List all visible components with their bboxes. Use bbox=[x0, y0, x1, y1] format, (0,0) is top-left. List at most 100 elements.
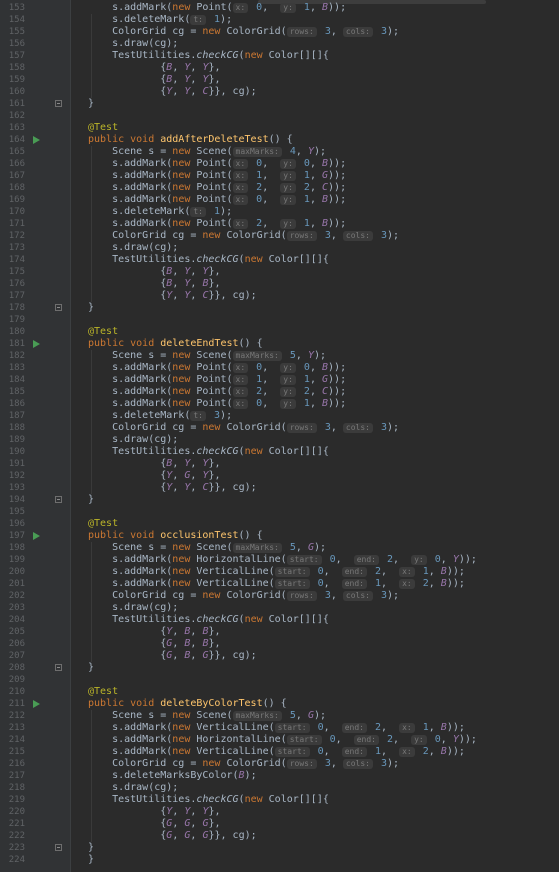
code-token: , bbox=[440, 554, 453, 565]
code-line[interactable]: {G, G, G}, bbox=[70, 818, 559, 830]
code-line[interactable]: Scene s = new Scene(maxMarks: 5, G); bbox=[70, 542, 559, 554]
code-token: TestUtilities. bbox=[88, 794, 197, 805]
code-line[interactable]: } bbox=[70, 662, 559, 674]
code-line[interactable]: s.addMark(new Point(x: 2, y: 1, B)); bbox=[70, 218, 559, 230]
fold-marker-icon[interactable] bbox=[55, 844, 62, 851]
code-line[interactable]: s.addMark(new Point(x: 1, y: 1, G)); bbox=[70, 374, 559, 386]
code-token: @Test bbox=[88, 518, 119, 529]
code-line[interactable]: TestUtilities.checkCG(new Color[][]{ bbox=[70, 614, 559, 626]
code-line[interactable]: public void addAfterDeleteTest() { bbox=[70, 134, 559, 146]
code-line[interactable]: s.addMark(new Point(x: 0, y: 0, B)); bbox=[70, 362, 559, 374]
code-editor[interactable]: 153 154 155 156 157 158 159 160 161 162 163 164 165 1… bbox=[0, 0, 559, 872]
line-number: 157 bbox=[8, 51, 25, 61]
code-line[interactable] bbox=[70, 314, 559, 326]
run-test-icon[interactable] bbox=[33, 532, 40, 540]
code-line[interactable]: public void deleteByColorTest() { bbox=[70, 698, 559, 710]
code-line[interactable]: s.draw(cg); bbox=[70, 782, 559, 794]
code-token: s.addMark( bbox=[88, 194, 173, 205]
code-line[interactable]: } bbox=[70, 302, 559, 314]
code-line[interactable]: public void occlusionTest() { bbox=[70, 530, 559, 542]
code-line[interactable]: {B, Y, Y}, bbox=[70, 458, 559, 470]
code-line[interactable]: {G, B, B}, bbox=[70, 638, 559, 650]
fold-marker-icon[interactable] bbox=[55, 304, 62, 311]
code-line[interactable]: public void deleteEndTest() { bbox=[70, 338, 559, 350]
run-test-icon[interactable] bbox=[33, 700, 40, 708]
code-token: 3 bbox=[318, 590, 331, 601]
code-line[interactable]: } bbox=[70, 494, 559, 506]
code-line[interactable]: s.draw(cg); bbox=[70, 242, 559, 254]
fold-marker-icon[interactable] bbox=[55, 664, 62, 671]
parameter-hint: x: bbox=[399, 723, 415, 733]
code-line[interactable]: @Test bbox=[70, 686, 559, 698]
code-line[interactable]: {G, B, G}}, cg); bbox=[70, 650, 559, 662]
code-line[interactable]: {G, G, G}}, cg); bbox=[70, 830, 559, 842]
code-line[interactable]: Scene s = new Scene(maxMarks: 5, G); bbox=[70, 710, 559, 722]
code-token: Color[][]{ bbox=[268, 794, 329, 805]
code-line[interactable] bbox=[70, 110, 559, 122]
code-token: 1 bbox=[297, 170, 310, 181]
code-line[interactable]: s.addMark(new VerticalLine(start: 0, end… bbox=[70, 746, 559, 758]
code-line[interactable]: ColorGrid cg = new ColorGrid(rows: 3, co… bbox=[70, 590, 559, 602]
line-number: 185 bbox=[8, 387, 25, 397]
code-line[interactable]: ColorGrid cg = new ColorGrid(rows: 3, co… bbox=[70, 26, 559, 38]
code-line[interactable]: {B, Y, Y}, bbox=[70, 62, 559, 74]
code-line[interactable]: s.addMark(new Point(x: 2, y: 2, C)); bbox=[70, 182, 559, 194]
code-line[interactable]: s.addMark(new VerticalLine(start: 0, end… bbox=[70, 578, 559, 590]
code-line[interactable]: } bbox=[70, 98, 559, 110]
code-line[interactable]: @Test bbox=[70, 518, 559, 530]
run-test-icon[interactable] bbox=[33, 136, 40, 144]
code-token: 2 bbox=[297, 182, 310, 193]
code-line[interactable]: s.addMark(new VerticalLine(start: 0, end… bbox=[70, 566, 559, 578]
code-line[interactable] bbox=[70, 506, 559, 518]
code-line[interactable]: TestUtilities.checkCG(new Color[][]{ bbox=[70, 254, 559, 266]
code-line[interactable]: Scene s = new Scene(maxMarks: 4, Y); bbox=[70, 146, 559, 158]
code-line[interactable]: {Y, B, B}, bbox=[70, 626, 559, 638]
code-line[interactable]: TestUtilities.checkCG(new Color[][]{ bbox=[70, 794, 559, 806]
code-line[interactable]: {Y, Y, C}}, cg); bbox=[70, 290, 559, 302]
fold-marker-icon[interactable] bbox=[55, 100, 62, 107]
code-line[interactable]: s.addMark(new Point(x: 1, y: 1, G)); bbox=[70, 170, 559, 182]
code-line[interactable]: s.draw(cg); bbox=[70, 434, 559, 446]
code-line[interactable]: TestUtilities.checkCG(new Color[][]{ bbox=[70, 446, 559, 458]
code-line[interactable]: s.deleteMark(t: 1); bbox=[70, 14, 559, 26]
code-line[interactable]: s.addMark(new Point(x: 0, y: 1, B)); bbox=[70, 398, 559, 410]
code-line[interactable]: TestUtilities.checkCG(new Color[][]{ bbox=[70, 50, 559, 62]
code-line[interactable]: s.addMark(new Point(x: 0, y: 0, B)); bbox=[70, 158, 559, 170]
code-token: s.deleteMarksByColor( bbox=[88, 770, 239, 781]
code-line[interactable]: s.deleteMark(t: 3); bbox=[70, 410, 559, 422]
code-line[interactable]: s.addMark(new VerticalLine(start: 0, end… bbox=[70, 722, 559, 734]
code-line[interactable] bbox=[70, 674, 559, 686]
code-line[interactable]: } bbox=[70, 842, 559, 854]
line-number: 186 bbox=[8, 399, 25, 409]
code-line[interactable]: ColorGrid cg = new ColorGrid(rows: 3, co… bbox=[70, 422, 559, 434]
code-token: s.addMark( bbox=[88, 386, 173, 397]
code-line[interactable]: {B, Y, B}, bbox=[70, 278, 559, 290]
code-line[interactable]: s.addMark(new Point(x: 0, y: 1, B)); bbox=[70, 194, 559, 206]
code-line[interactable]: s.deleteMarksByColor(B); bbox=[70, 770, 559, 782]
code-line[interactable]: s.addMark(new Point(x: 2, y: 2, C)); bbox=[70, 386, 559, 398]
code-line[interactable]: } bbox=[70, 854, 559, 866]
code-area[interactable]: s.addMark(new Point(x: 0, y: 1, B)); s.d… bbox=[70, 0, 559, 872]
code-token: new bbox=[244, 254, 269, 265]
code-line[interactable]: s.addMark(new HorizontalLine(start: 0, e… bbox=[70, 734, 559, 746]
code-line[interactable]: {B, Y, Y}, bbox=[70, 266, 559, 278]
code-line[interactable]: Scene s = new Scene(maxMarks: 5, Y); bbox=[70, 350, 559, 362]
code-token: , bbox=[262, 362, 281, 373]
code-line[interactable]: {Y, Y, C}}, cg); bbox=[70, 482, 559, 494]
code-line[interactable]: s.deleteMark(t: 1); bbox=[70, 206, 559, 218]
code-line[interactable]: {Y, G, Y}, bbox=[70, 470, 559, 482]
code-line[interactable]: @Test bbox=[70, 122, 559, 134]
fold-marker-icon[interactable] bbox=[55, 496, 62, 503]
code-line[interactable]: {Y, Y, Y}, bbox=[70, 806, 559, 818]
code-line[interactable]: s.draw(cg); bbox=[70, 602, 559, 614]
code-line[interactable]: ColorGrid cg = new ColorGrid(rows: 3, co… bbox=[70, 230, 559, 242]
code-line[interactable]: s.draw(cg); bbox=[70, 38, 559, 50]
code-line[interactable]: s.addMark(new HorizontalLine(start: 0, e… bbox=[70, 554, 559, 566]
code-line[interactable]: @Test bbox=[70, 326, 559, 338]
code-line[interactable]: {B, Y, Y}, bbox=[70, 74, 559, 86]
code-line[interactable]: s.addMark(new Point(x: 0, y: 1, B)); bbox=[70, 2, 559, 14]
code-line[interactable]: ColorGrid cg = new ColorGrid(rows: 3, co… bbox=[70, 758, 559, 770]
code-token: new bbox=[172, 194, 197, 205]
run-test-icon[interactable] bbox=[33, 340, 40, 348]
code-line[interactable]: {Y, Y, C}}, cg); bbox=[70, 86, 559, 98]
